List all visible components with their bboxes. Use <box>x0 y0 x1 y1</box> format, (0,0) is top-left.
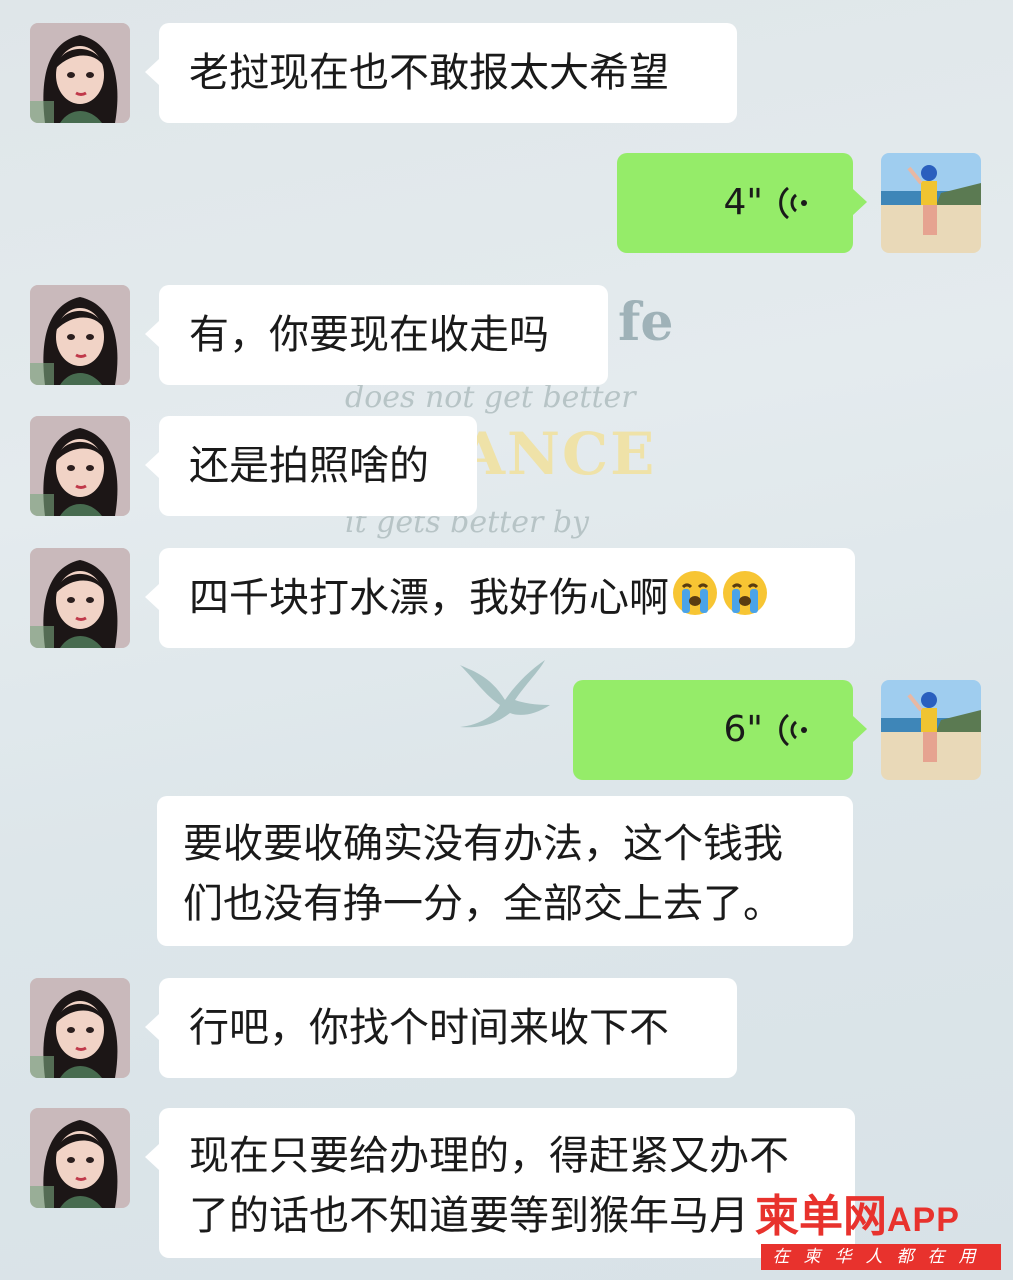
crying-face-icon <box>673 571 717 615</box>
voice-message-bubble[interactable]: 4" <box>617 153 867 253</box>
my-avatar[interactable] <box>881 153 981 253</box>
message-line: 们也没有挣一分，全部交上去了。 <box>183 881 783 927</box>
watermark-slogan: 在柬华人都在用 <box>761 1244 1001 1270</box>
wallpaper-text-word: fe <box>618 292 674 353</box>
watermark-app: APP <box>887 1201 960 1239</box>
my-avatar[interactable] <box>881 680 981 780</box>
message-bubble[interactable]: 还是拍照啥的 <box>145 416 477 516</box>
message-bubble[interactable]: 老挝现在也不敢报太大希望 <box>145 23 737 123</box>
voice-duration: 4" <box>723 182 763 223</box>
watermark-logo: 柬单网APP 在柬华人都在用 <box>755 1192 1005 1272</box>
crying-face-icon <box>723 571 767 615</box>
contact-avatar[interactable] <box>30 1108 130 1208</box>
message-line: 要收要收确实没有办法，这个钱我 <box>183 821 783 867</box>
contact-avatar[interactable] <box>30 548 130 648</box>
wallpaper-text-line1: does not get better <box>345 380 636 415</box>
message-text: 有，你要现在收走吗 <box>189 312 549 358</box>
message-text: 行吧，你找个时间来收下不 <box>189 1005 669 1051</box>
message-text: 老挝现在也不敢报太大希望 <box>189 50 669 96</box>
message-bubble[interactable]: 四千块打水漂，我好伤心啊 <box>145 548 855 648</box>
contact-avatar[interactable] <box>30 23 130 123</box>
message-bubble[interactable]: 要收要收确实没有办法，这个钱我 们也没有挣一分，全部交上去了。 <box>157 796 853 946</box>
message-bubble[interactable]: 现在只要给办理的，得赶紧又办不 了的话也不知道要等到猴年马月 <box>145 1108 855 1258</box>
message-line: 了的话也不知道要等到猴年马月 <box>189 1193 749 1239</box>
message-bubble[interactable]: 有，你要现在收走吗 <box>145 285 608 385</box>
message-text: 四千块打水漂，我好伤心啊 <box>189 575 669 621</box>
voice-wave-icon <box>779 186 807 220</box>
message-line: 现在只要给办理的，得赶紧又办不 <box>189 1133 789 1179</box>
contact-avatar[interactable] <box>30 978 130 1078</box>
message-text: 还是拍照啥的 <box>189 443 429 489</box>
wallpaper-text-line2: ANCE <box>460 420 657 488</box>
voice-wave-icon <box>779 713 807 747</box>
contact-avatar[interactable] <box>30 285 130 385</box>
watermark-brand: 柬单网 <box>755 1191 887 1242</box>
message-bubble[interactable]: 行吧，你找个时间来收下不 <box>145 978 737 1078</box>
voice-duration: 6" <box>723 709 763 750</box>
contact-avatar[interactable] <box>30 416 130 516</box>
voice-message-bubble[interactable]: 6" <box>573 680 867 780</box>
dove-icon <box>460 660 550 728</box>
